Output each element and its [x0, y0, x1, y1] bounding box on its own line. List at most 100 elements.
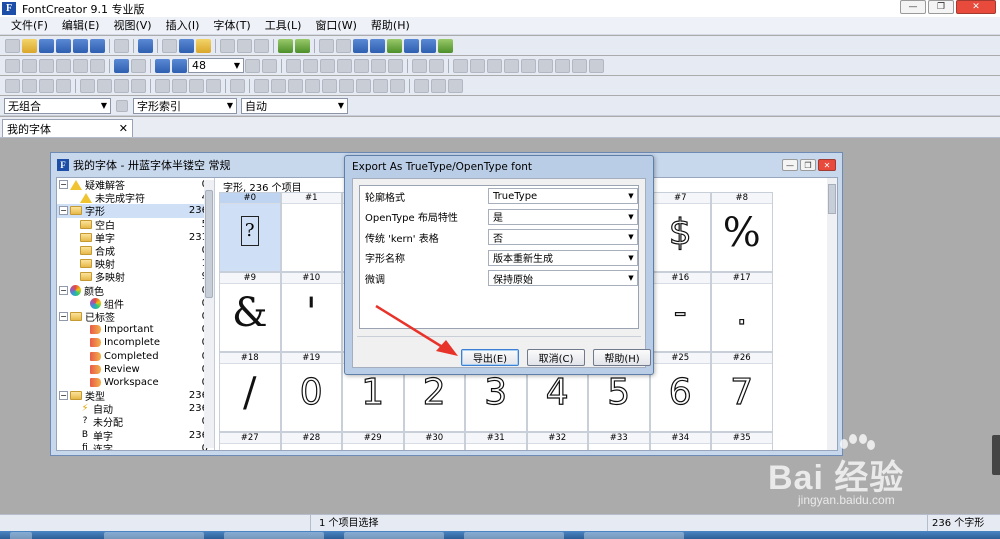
add-glyphs-icon[interactable]	[295, 38, 310, 53]
kerning-icon[interactable]	[521, 58, 536, 73]
close-button[interactable]: ✕	[956, 0, 996, 14]
find-icon[interactable]	[138, 38, 153, 53]
property-select[interactable]: 版本重新生成 ▼	[488, 249, 638, 266]
tree-item[interactable]: Completed0	[57, 349, 214, 362]
rotate-icon[interactable]	[189, 78, 204, 93]
eraser-icon[interactable]	[90, 58, 105, 73]
minimize-button[interactable]: —	[782, 159, 798, 171]
align-center-icon[interactable]	[97, 78, 112, 93]
tree-item[interactable]: ?未分配0	[57, 415, 214, 429]
brush-icon[interactable]	[271, 78, 286, 93]
exclude-icon[interactable]	[56, 78, 71, 93]
install-font-icon[interactable]	[438, 38, 453, 53]
select-rect-icon[interactable]	[5, 58, 20, 73]
distribute-v-icon[interactable]	[172, 78, 187, 93]
validate-check-icon[interactable]	[387, 38, 402, 53]
zoom-out-icon[interactable]	[172, 58, 187, 73]
fit-icon[interactable]	[245, 58, 260, 73]
glyph-cell[interactable]: #27	[219, 432, 281, 450]
close-tab-icon[interactable]: ✕	[119, 122, 128, 135]
tree-item[interactable]: Review0	[57, 363, 214, 376]
ellipse-icon[interactable]	[337, 58, 352, 73]
menu-file[interactable]: 文件(F)	[4, 17, 55, 35]
tree-item[interactable]: 合成0	[57, 244, 214, 258]
tree-item[interactable]: Important0	[57, 323, 214, 336]
flip-icon[interactable]	[555, 58, 570, 73]
glyph-cell[interactable]: #34	[649, 432, 711, 450]
contour-icon[interactable]	[303, 58, 318, 73]
side-widget[interactable]	[992, 435, 1000, 475]
tree-item[interactable]: B 单字 236	[57, 429, 214, 443]
tree-item[interactable]: 映射1	[57, 257, 214, 271]
test-icon[interactable]	[404, 38, 419, 53]
hand-icon[interactable]	[39, 58, 54, 73]
split-icon[interactable]	[390, 78, 405, 93]
tree-item[interactable]: −颜色0	[57, 284, 214, 298]
save-icon[interactable]	[56, 38, 71, 53]
menu-font[interactable]: 字体(T)	[206, 17, 257, 35]
lasso-icon[interactable]	[22, 58, 37, 73]
pencil-icon[interactable]	[73, 58, 88, 73]
break-icon[interactable]	[448, 78, 463, 93]
menu-window[interactable]: 窗口(W)	[308, 17, 363, 35]
preview-icon[interactable]	[353, 38, 368, 53]
path-icon[interactable]	[356, 78, 371, 93]
minimize-button[interactable]: —	[900, 0, 926, 14]
restore-button[interactable]: ❐	[928, 0, 954, 14]
export-button[interactable]: 导出(E)	[461, 349, 519, 366]
node-icon[interactable]	[286, 58, 301, 73]
redo-icon[interactable]	[237, 38, 252, 53]
tree-item[interactable]: 单字 231	[57, 231, 214, 245]
glyph-cell[interactable]: #8%	[711, 192, 773, 272]
image-icon[interactable]	[320, 58, 335, 73]
glyph-cell[interactable]: #19 0	[280, 352, 342, 432]
new-file-icon[interactable]	[5, 38, 20, 53]
text-icon[interactable]	[336, 38, 351, 53]
glyph-cell[interactable]: #16 -	[649, 272, 711, 352]
combination-select[interactable]: 无组合 ▼	[4, 97, 111, 114]
align-left-icon[interactable]	[80, 78, 95, 93]
align-top-icon[interactable]	[131, 78, 146, 93]
grid-toggle-icon[interactable]	[131, 58, 146, 73]
export-icon[interactable]	[90, 38, 105, 53]
tree-item[interactable]: Incomplete0	[57, 336, 214, 349]
install-icon[interactable]	[421, 38, 436, 53]
glyph-cell[interactable]: #32	[526, 432, 588, 450]
glyph-cell[interactable]: #33	[588, 432, 650, 450]
close-button[interactable]: ✕	[818, 159, 836, 171]
skew-icon[interactable]	[206, 78, 221, 93]
collapse-toggle-icon[interactable]: −	[59, 311, 68, 321]
combine-icon[interactable]	[431, 78, 446, 93]
tab-my-font[interactable]: 我的字体 ✕	[2, 119, 133, 137]
glyph-cell[interactable]: #31	[465, 432, 527, 450]
property-select[interactable]: TrueType ▼	[488, 188, 638, 205]
taskbar-item[interactable]	[464, 532, 564, 539]
smooth-icon[interactable]	[322, 78, 337, 93]
collapse-toggle-icon[interactable]: −	[59, 180, 68, 190]
tree-item[interactable]: ⚡ 自动 236	[57, 402, 214, 416]
line-icon[interactable]	[354, 58, 369, 73]
save-all-icon[interactable]	[73, 38, 88, 53]
tree-item[interactable]: − 类型 236	[57, 389, 214, 403]
zoom-in-icon[interactable]	[155, 58, 170, 73]
glyph-cell[interactable]: #28	[280, 432, 342, 450]
distribute-h-icon[interactable]	[155, 78, 170, 93]
glyph-cell[interactable]: #10 '	[280, 272, 342, 352]
center-icon[interactable]	[470, 58, 485, 73]
add-glyph-icon[interactable]	[278, 38, 293, 53]
glyph-cell[interactable]: #7 $	[649, 192, 711, 272]
zoom-select[interactable]: 48 ▼	[188, 58, 244, 73]
outline-icon[interactable]	[589, 58, 604, 73]
tree-item[interactable]: ﬁ连字0	[57, 442, 214, 450]
bounds-icon[interactable]	[487, 58, 502, 73]
collapse-toggle-icon[interactable]: −	[59, 391, 68, 401]
tree-item[interactable]: 组件0	[57, 297, 214, 311]
collapse-toggle-icon[interactable]: −	[59, 285, 68, 295]
pen-icon[interactable]	[56, 58, 71, 73]
arc-icon[interactable]	[288, 78, 303, 93]
tree-item[interactable]: −疑难解答0	[57, 178, 214, 192]
menu-view[interactable]: 视图(V)	[106, 17, 158, 35]
tree-item[interactable]: − 字形 236	[57, 204, 214, 218]
auto-select[interactable]: 自动 ▼	[241, 97, 348, 114]
glyph-cell[interactable]: #29	[342, 432, 404, 450]
